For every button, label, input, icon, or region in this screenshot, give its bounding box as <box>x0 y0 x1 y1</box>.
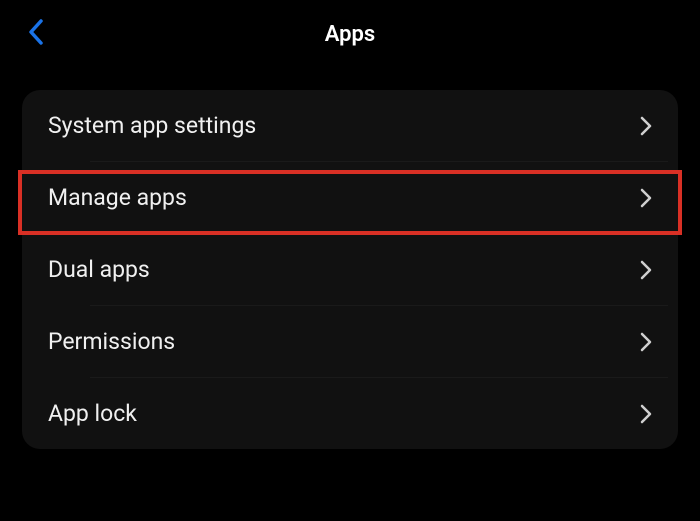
chevron-right-icon <box>640 116 652 136</box>
chevron-right-icon <box>640 260 652 280</box>
list-item-label: System app settings <box>48 112 256 139</box>
list-item-system-app-settings[interactable]: System app settings <box>32 90 668 161</box>
page-title: Apps <box>325 22 375 47</box>
chevron-right-icon <box>640 332 652 352</box>
back-button[interactable] <box>20 19 50 49</box>
list-item-label: Permissions <box>48 328 175 355</box>
list-item-manage-apps[interactable]: Manage apps <box>32 162 668 233</box>
chevron-right-icon <box>640 404 652 424</box>
list-item-label: App lock <box>48 400 137 427</box>
header: Apps <box>0 0 700 68</box>
list-item-app-lock[interactable]: App lock <box>32 378 668 449</box>
list-item-label: Dual apps <box>48 256 150 283</box>
back-chevron-icon <box>27 18 43 50</box>
chevron-right-icon <box>640 188 652 208</box>
list-item-dual-apps[interactable]: Dual apps <box>32 234 668 305</box>
list-item-label: Manage apps <box>48 184 187 211</box>
settings-list: System app settings Manage apps Dual app… <box>22 90 678 449</box>
list-item-permissions[interactable]: Permissions <box>32 306 668 377</box>
